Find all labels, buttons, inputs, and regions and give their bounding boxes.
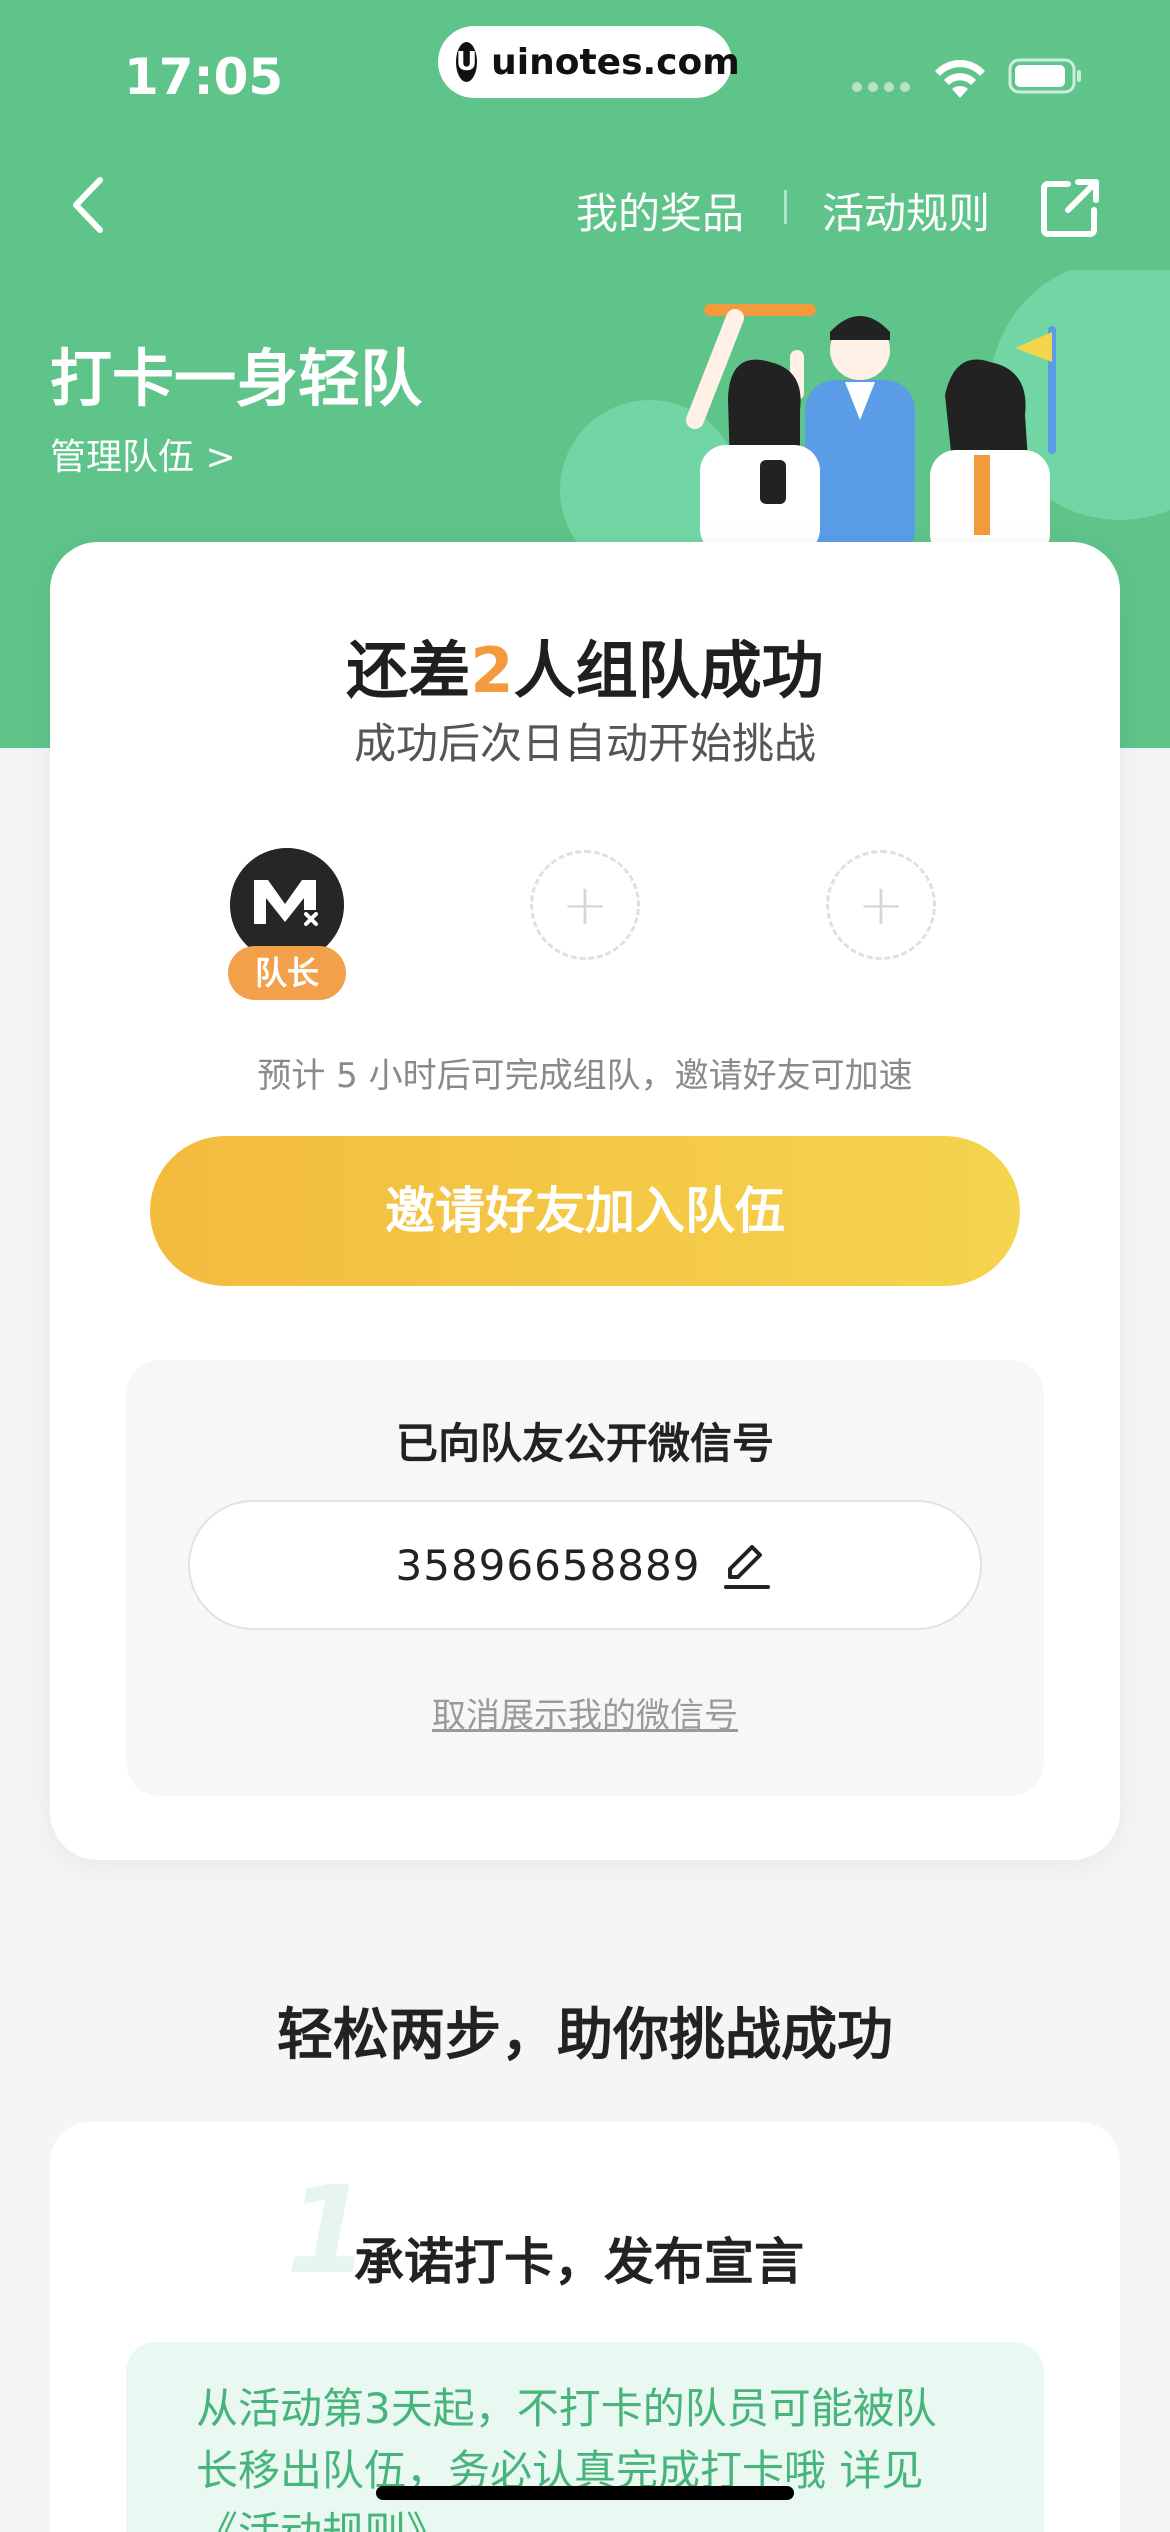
wechat-panel-title: 已向队友公开微信号 [395,1419,774,1468]
team-name: 打卡一身轻队 [50,342,423,415]
steps-section-title: 轻松两步，助你挑战成功 [277,2003,893,2068]
step-card: 1 承诺打卡，发布宣言 从活动第3天起，不打卡的队员可能被队长移出队伍，务必认真… [50,2122,1120,2532]
cellular-signal-icon [852,82,910,92]
hide-wechat-link[interactable]: 取消展示我的微信号 [126,1688,1044,1737]
team-progress-headline: 还差2人组队成功 [50,620,1120,710]
activity-rules-link[interactable]: 活动规则 [822,180,990,241]
team-status-card: 还差2人组队成功 成功后次日自动开始挑战 队长 + + 预计 5 小时后可完成组… [50,542,1120,1860]
status-time: 17:05 [124,48,284,106]
manage-team-link[interactable]: 管理队伍 > [50,428,236,480]
plus-icon: + [561,872,609,938]
empty-member-slot[interactable]: + [530,850,640,960]
my-prizes-link[interactable]: 我的奖品 [576,180,744,241]
battery-icon [1008,58,1081,94]
captain-badge: 队长 [228,946,346,1000]
wifi-icon [935,60,985,98]
captain-avatar[interactable] [230,848,344,962]
headline-suffix: 人组队成功 [513,634,824,707]
team-progress-subhead: 成功后次日自动开始挑战 [353,719,816,768]
step-rule-note: 从活动第3天起，不打卡的队员可能被队长移出队伍，务必认真完成打卡哦 详见《活动规… [126,2342,1044,2532]
watermark-pill: U uinotes.com [438,26,740,98]
team-eta-text: 预计 5 小时后可完成组队，邀请好友可加速 [257,1056,913,1096]
status-bar: 17:05 U uinotes.com [0,0,1170,140]
back-button[interactable] [60,170,120,240]
top-nav: 我的奖品 活动规则 [0,160,1170,250]
wechat-id-value: 35896658889 [395,1540,701,1590]
page: 17:05 U uinotes.com 我的奖品 活动规则 打卡一身轻队 管理队… [0,0,1170,2532]
plus-icon: + [857,872,905,938]
members-needed-count: 2 [470,634,514,707]
headline-prefix: 还差 [346,634,471,707]
uinotes-logo-icon: U [456,42,478,82]
invite-friends-button[interactable]: 邀请好友加入队伍 [150,1136,1020,1286]
wechat-id-field[interactable]: 35896658889 [188,1500,982,1630]
step-title: 承诺打卡，发布宣言 [354,2233,804,2291]
nav-divider [784,190,787,224]
wechat-share-panel: 已向队友公开微信号 35896658889 取消展示我的微信号 [126,1360,1044,1796]
watermark-text: uinotes.com [491,41,740,83]
home-indicator [376,2486,794,2500]
share-external-icon[interactable] [1038,176,1102,240]
edit-icon[interactable] [718,1537,774,1593]
empty-member-slot[interactable]: + [826,850,936,960]
